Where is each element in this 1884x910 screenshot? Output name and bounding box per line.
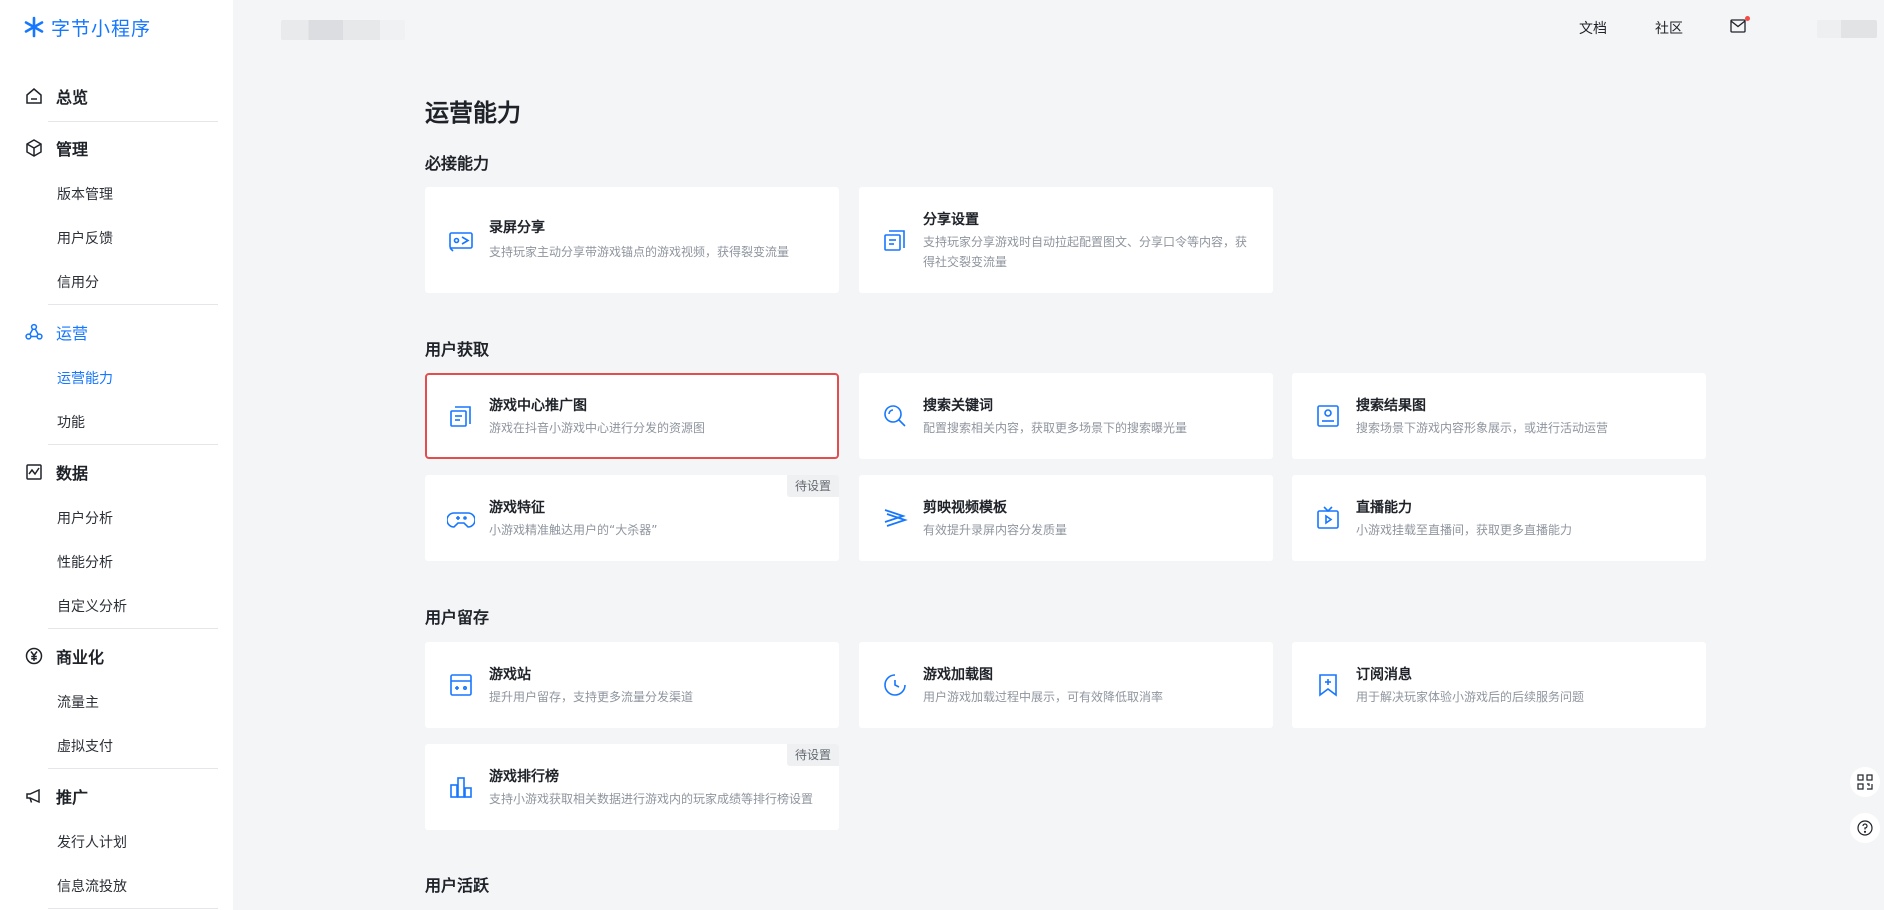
help-button[interactable] [1850,813,1880,843]
logo-text: 字节小程序 [51,17,152,40]
divider [48,768,218,769]
capcut-icon [884,509,908,527]
card-game-features[interactable]: 待设置 游戏特征 小游戏精准触达用户的“大杀器” [425,475,839,561]
mail-button[interactable] [1730,16,1750,34]
card-loading-image[interactable]: 游戏加载图 用户游戏加载过程中展示，可有效降低取消率 [859,642,1273,728]
nav-item-operation-capability[interactable]: 运营能力 [57,369,113,389]
card-subscribe-message[interactable]: 订阅消息 用于解决玩家体验小游戏后的后续服务问题 [1292,642,1706,728]
nav-commerce[interactable]: 商业化 [24,644,104,668]
card-game-station[interactable]: 游戏站 提升用户留存，支持更多流量分发渠道 [425,642,839,728]
leaderboard-icon [450,777,472,798]
megaphone-icon [26,788,40,804]
screen-record-icon [449,232,473,252]
divider [48,628,218,629]
card-leaderboard[interactable]: 待设置 游戏排行榜 支持小游戏获取相关数据进行游戏内的玩家成绩等排行榜设置 [425,744,839,830]
promo-image-icon [450,406,471,427]
card-search-keywords[interactable]: 搜索关键词 配置搜索相关内容，获取更多场景下的搜索曝光量 [859,373,1273,459]
app-logo[interactable]: 字节小程序 [22,14,151,40]
qr-code-button[interactable] [1850,767,1880,797]
top-header: 文档 社区 [233,0,1884,56]
help-icon [1857,820,1873,836]
card-screen-record-share[interactable]: 录屏分享 支持玩家主动分享带游戏锚点的游戏视频，获得裂变流量 [425,187,839,293]
logo-icon [24,16,44,38]
share-settings-icon [884,230,905,251]
nav-item-custom-analysis[interactable]: 自定义分析 [57,597,127,617]
divider [48,304,218,305]
operation-icon [25,323,43,340]
nav-item-feed-ads[interactable]: 信息流投放 [57,877,127,897]
status-badge: 待设置 [786,744,839,766]
group-title: 必接能力 [425,154,490,173]
card-capcut-template[interactable]: 剪映视频模板 有效提升录屏内容分发质量 [859,475,1273,561]
loading-clock-icon [884,674,906,696]
nav-item-user-analysis[interactable]: 用户分析 [57,509,113,529]
app-name-blurred[interactable] [281,20,405,40]
qr-code-icon [1857,774,1873,790]
card-live-streaming[interactable]: 直播能力 小游戏挂载至直播间，获取更多直播能力 [1292,475,1706,561]
page-title: 运营能力 [425,99,521,127]
divider [48,908,218,909]
user-avatar-blurred[interactable] [1817,20,1877,38]
live-tv-icon [1317,506,1339,529]
nav-overview[interactable]: 总览 [24,84,88,108]
gamepad-icon [447,512,475,528]
nav-promo[interactable]: 推广 [24,784,88,808]
status-badge: 待设置 [786,475,839,497]
sidebar: 字节小程序 总览 管理 版本管理 用户反馈 信用分 运营 运营能力 功能 数据 … [0,0,233,910]
notification-dot [1745,16,1750,21]
card-game-center-promo[interactable]: 游戏中心推广图 游戏在抖音小游戏中心进行分发的资源图 [425,373,839,459]
docs-link[interactable]: 文档 [1579,18,1607,38]
chart-icon [26,464,42,480]
divider [48,121,218,122]
subscribe-bookmark-icon [1319,674,1337,697]
nav-item-virtual-pay[interactable]: 虚拟支付 [57,737,113,757]
nav-item-traffic-owner[interactable]: 流量主 [57,693,99,713]
group-title: 用户获取 [425,340,490,359]
nav-operation[interactable]: 运营 [24,320,88,344]
nav-item-performance[interactable]: 性能分析 [57,553,113,573]
home-icon [26,88,42,104]
nav-item-publisher-plan[interactable]: 发行人计划 [57,833,127,853]
search-result-icon [1317,405,1339,427]
card-search-result-image[interactable]: 搜索结果图 搜索场景下游戏内容形象展示，或进行活动运营 [1292,373,1706,459]
search-keyword-icon [884,405,906,427]
divider [48,444,218,445]
group-title: 用户活跃 [425,876,490,895]
mail-icon [1730,19,1746,33]
card-share-settings[interactable]: 分享设置 支持玩家分享游戏时自动拉起配置图文、分享口令等内容，获得社交裂变流量 [859,187,1273,293]
nav-item-feedback[interactable]: 用户反馈 [57,229,113,249]
nav-item-credit[interactable]: 信用分 [57,273,99,293]
nav-item-feature[interactable]: 功能 [57,413,85,433]
group-title: 用户留存 [425,608,490,627]
community-link[interactable]: 社区 [1655,18,1683,38]
nav-item-version[interactable]: 版本管理 [57,185,113,205]
nav-manage[interactable]: 管理 [24,136,88,160]
cube-icon [26,139,42,157]
nav-data[interactable]: 数据 [24,460,88,484]
game-station-icon [450,674,472,696]
yen-icon [25,647,43,665]
